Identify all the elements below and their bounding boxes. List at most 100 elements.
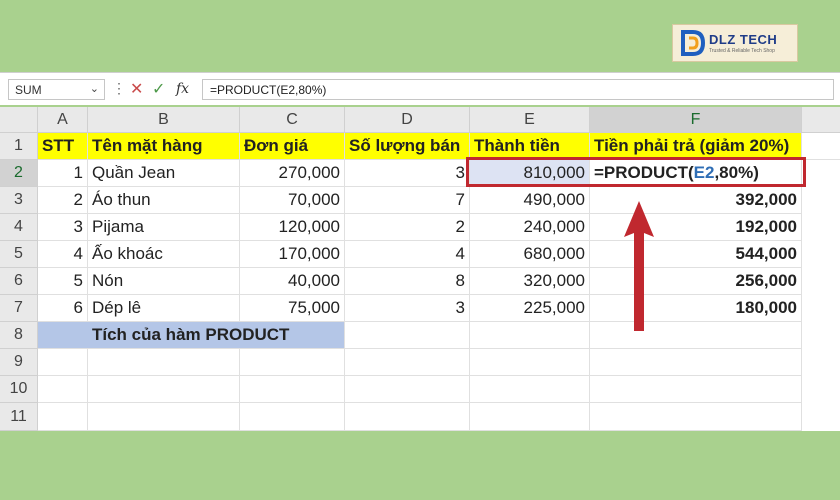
cell-total[interactable]: 680,000 — [470, 241, 590, 268]
empty-cell[interactable] — [345, 322, 470, 349]
highlight-box — [466, 157, 806, 187]
cell-qty[interactable]: 4 — [345, 241, 470, 268]
empty-cell[interactable] — [590, 403, 802, 431]
column-header-e[interactable]: E — [470, 107, 590, 133]
cell-pay[interactable]: 180,000 — [590, 295, 802, 322]
row-header-4[interactable]: 4 — [0, 214, 38, 241]
formula-input[interactable]: =PRODUCT(E2,80%) — [202, 79, 834, 100]
cell-qty[interactable]: 2 — [345, 214, 470, 241]
cell-qty[interactable]: 3 — [345, 160, 470, 187]
cell-pay[interactable]: 192,000 — [590, 214, 802, 241]
empty-cell[interactable] — [470, 376, 590, 403]
cell-price[interactable]: 170,000 — [240, 241, 345, 268]
formula-bar: SUM ⌄ ⋮ ✕ ✓ fx =PRODUCT(E2,80%) — [0, 72, 840, 105]
column-header-b[interactable]: B — [88, 107, 240, 133]
column-header-a[interactable]: A — [38, 107, 88, 133]
empty-cell[interactable] — [240, 403, 345, 431]
empty-cell[interactable] — [590, 322, 802, 349]
row-header-3[interactable]: 3 — [0, 187, 38, 214]
empty-cell[interactable] — [345, 403, 470, 431]
cell-stt[interactable]: 1 — [38, 160, 88, 187]
empty-cell[interactable] — [88, 349, 240, 376]
caption-product-label[interactable]: Tích của hàm PRODUCT — [88, 322, 345, 349]
name-box[interactable]: SUM ⌄ — [8, 79, 105, 100]
cell-stt[interactable]: 3 — [38, 214, 88, 241]
empty-cell[interactable] — [240, 376, 345, 403]
cell-name[interactable]: Ấo khoác — [88, 241, 240, 268]
empty-cell[interactable] — [345, 376, 470, 403]
empty-cell[interactable] — [38, 403, 88, 431]
row-header-6[interactable]: 6 — [0, 268, 38, 295]
header-cell-qty[interactable]: Số lượng bán — [345, 133, 470, 160]
row-header-5[interactable]: 5 — [0, 241, 38, 268]
empty-cell[interactable] — [802, 133, 840, 160]
cell-qty[interactable]: 3 — [345, 295, 470, 322]
logo-brand-text: DLZ TECH — [709, 32, 778, 47]
logo-tagline: Trusted & Reliable Tech Shop — [709, 48, 775, 54]
empty-cell[interactable] — [38, 376, 88, 403]
insert-function-icon[interactable]: fx — [176, 81, 189, 97]
header-cell-pay[interactable]: Tiền phải trả (giảm 20%) — [590, 133, 802, 160]
empty-cell[interactable] — [470, 322, 590, 349]
cell-stt[interactable]: 6 — [38, 295, 88, 322]
column-header-c[interactable]: C — [240, 107, 345, 133]
cell-name[interactable]: Áo thun — [88, 187, 240, 214]
cell-name[interactable]: Dép lê — [88, 295, 240, 322]
empty-cell[interactable] — [590, 376, 802, 403]
row-header-8[interactable]: 8 — [0, 322, 38, 349]
empty-cell[interactable] — [88, 403, 240, 431]
arrow-up-icon — [624, 201, 654, 331]
header-cell-price[interactable]: Đơn giá — [240, 133, 345, 160]
cell-total[interactable]: 240,000 — [470, 214, 590, 241]
cell-name[interactable]: Pijama — [88, 214, 240, 241]
cell-price[interactable]: 120,000 — [240, 214, 345, 241]
chevron-down-icon[interactable]: ⌄ — [90, 82, 99, 95]
cell-total[interactable]: 320,000 — [470, 268, 590, 295]
cell-name[interactable]: Quần Jean — [88, 160, 240, 187]
formula-actions: ✕ ✓ fx — [126, 79, 196, 100]
spreadsheet-grid: A B C D E F 1 2 3 4 5 6 7 8 9 10 11 STT … — [0, 107, 840, 431]
empty-cell[interactable] — [470, 403, 590, 431]
header-cell-stt[interactable]: STT — [38, 133, 88, 160]
row-header-1[interactable]: 1 — [0, 133, 38, 160]
select-all-corner[interactable] — [0, 107, 38, 133]
cell-stt[interactable]: 4 — [38, 241, 88, 268]
row-header-7[interactable]: 7 — [0, 295, 38, 322]
cancel-icon[interactable]: ✕ — [130, 79, 143, 99]
cell-price[interactable]: 75,000 — [240, 295, 345, 322]
cell-price[interactable]: 270,000 — [240, 160, 345, 187]
empty-cell[interactable] — [470, 349, 590, 376]
column-header-d[interactable]: D — [345, 107, 470, 133]
enter-icon[interactable]: ✓ — [152, 79, 165, 99]
header-cell-total[interactable]: Thành tiền — [470, 133, 590, 160]
column-header-extra — [802, 107, 840, 133]
cell-total[interactable]: 225,000 — [470, 295, 590, 322]
logo-mark-icon — [681, 30, 705, 56]
cell-price[interactable]: 70,000 — [240, 187, 345, 214]
cell-name[interactable]: Nón — [88, 268, 240, 295]
row-header-10[interactable]: 10 — [0, 376, 38, 403]
empty-cell[interactable] — [88, 376, 240, 403]
caption-band-a[interactable] — [38, 322, 88, 349]
row-header-2[interactable]: 2 — [0, 160, 38, 187]
cell-stt[interactable]: 2 — [38, 187, 88, 214]
row-header-11[interactable]: 11 — [0, 403, 38, 431]
column-header-f[interactable]: F — [590, 107, 802, 133]
more-options-icon[interactable]: ⋮ — [112, 80, 126, 97]
empty-cell[interactable] — [345, 349, 470, 376]
empty-cell[interactable] — [240, 349, 345, 376]
name-box-value: SUM — [15, 83, 42, 97]
cell-pay[interactable]: 256,000 — [590, 268, 802, 295]
cell-qty[interactable]: 8 — [345, 268, 470, 295]
cell-total[interactable]: 490,000 — [470, 187, 590, 214]
brand-logo: DLZ TECH Trusted & Reliable Tech Shop — [672, 24, 798, 62]
header-cell-name[interactable]: Tên mặt hàng — [88, 133, 240, 160]
row-header-9[interactable]: 9 — [0, 349, 38, 376]
empty-cell[interactable] — [590, 349, 802, 376]
cell-stt[interactable]: 5 — [38, 268, 88, 295]
cell-pay[interactable]: 392,000 — [590, 187, 802, 214]
empty-cell[interactable] — [38, 349, 88, 376]
cell-qty[interactable]: 7 — [345, 187, 470, 214]
cell-pay[interactable]: 544,000 — [590, 241, 802, 268]
cell-price[interactable]: 40,000 — [240, 268, 345, 295]
